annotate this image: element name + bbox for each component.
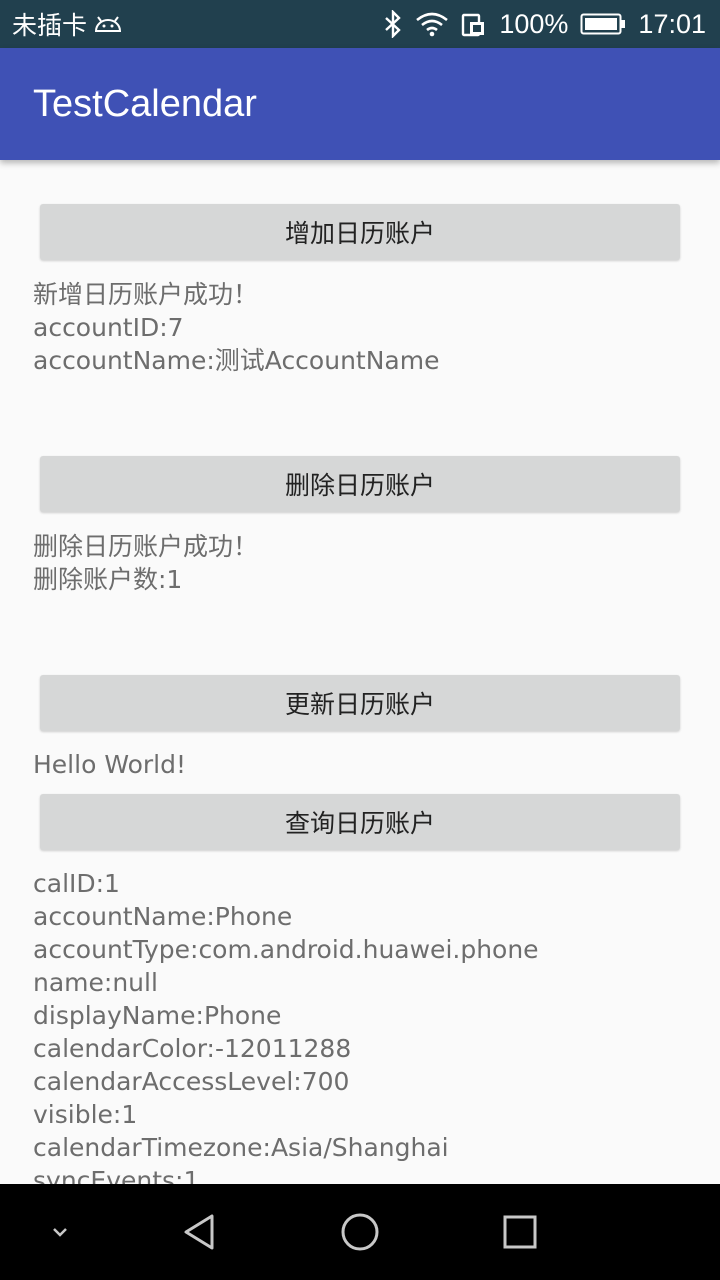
- update-calendar-account-button[interactable]: 更新日历账户: [40, 675, 680, 731]
- recents-icon[interactable]: [490, 1184, 550, 1280]
- chevron-down-icon[interactable]: [30, 1184, 90, 1280]
- result-line: syncEvents:1: [33, 1166, 200, 1184]
- add-calendar-account-button[interactable]: 增加日历账户: [40, 204, 680, 260]
- status-bar: 未插卡 100% 17:01: [0, 0, 720, 48]
- result-line: visible:1: [33, 1100, 138, 1129]
- result-line: accountID:7: [33, 313, 184, 342]
- delete-result-text: 删除日历账户成功！ 删除账户数:1: [33, 530, 258, 596]
- result-line: calendarTimezone:Asia/Shanghai: [33, 1133, 449, 1162]
- android-debug-icon: [93, 14, 123, 34]
- result-line: calID:1: [33, 869, 120, 898]
- result-line: calendarAccessLevel:700: [33, 1067, 350, 1096]
- main-content[interactable]: 增加日历账户 新增日历账户成功！ accountID:7 accountName…: [0, 160, 720, 1184]
- result-line: 删除账户数:1: [33, 565, 183, 594]
- bluetooth-icon: [383, 10, 403, 38]
- result-line: calendarColor:-12011288: [33, 1034, 352, 1063]
- sim-icon: [461, 11, 487, 37]
- status-right: 100% 17:01: [371, 0, 706, 48]
- status-left: 未插卡: [12, 0, 123, 48]
- app-bar: TestCalendar: [0, 48, 720, 160]
- back-icon[interactable]: [170, 1184, 230, 1280]
- result-line: accountType:com.android.huawei.phone: [33, 935, 539, 964]
- carrier-text: 未插卡: [12, 12, 88, 40]
- query-calendar-account-button[interactable]: 查询日历账户: [40, 794, 680, 850]
- navigation-bar: [0, 1184, 720, 1280]
- result-line: 新增日历账户成功！: [33, 280, 259, 309]
- result-line: accountName:Phone: [33, 902, 293, 931]
- result-line: Hello World!: [33, 750, 186, 779]
- update-result-text: Hello World!: [33, 748, 186, 781]
- battery-percent: 100%: [499, 8, 569, 39]
- result-line: displayName:Phone: [33, 1001, 282, 1030]
- battery-icon: [580, 13, 626, 35]
- query-result-text: calID:1 accountName:Phone accountType:co…: [33, 867, 539, 1184]
- clock-time: 17:01: [638, 8, 706, 39]
- home-icon[interactable]: [330, 1184, 390, 1280]
- app-title: TestCalendar: [33, 83, 257, 125]
- wifi-icon: [415, 11, 449, 37]
- delete-calendar-account-button[interactable]: 删除日历账户: [40, 456, 680, 512]
- result-line: name:null: [33, 968, 158, 997]
- add-result-text: 新增日历账户成功！ accountID:7 accountName:测试Acco…: [33, 278, 439, 377]
- result-line: 删除日历账户成功！: [33, 532, 259, 561]
- result-line: accountName:测试AccountName: [33, 346, 440, 375]
